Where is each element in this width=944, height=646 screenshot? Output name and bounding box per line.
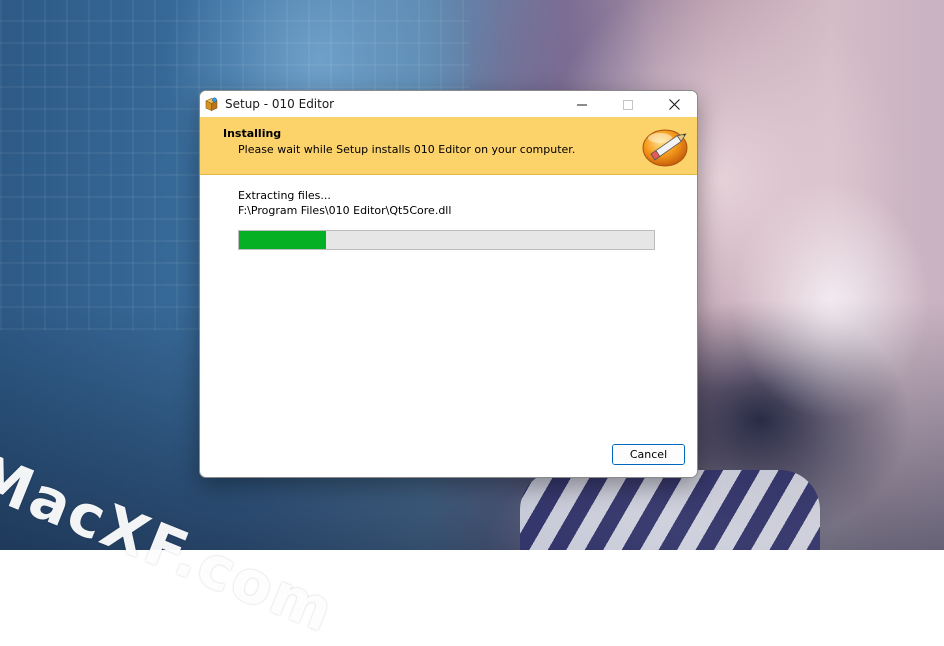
current-file-path: F:\Program Files\010 Editor\Qt5Core.dll <box>238 204 452 217</box>
minimize-icon <box>577 95 587 114</box>
status-text: Extracting files... <box>238 189 331 202</box>
maximize-button[interactable] <box>605 91 651 117</box>
close-icon <box>668 95 680 114</box>
install-progress-bar <box>238 230 655 250</box>
setup-dialog: Setup - 010 Editor Installing Please wai… <box>199 90 698 478</box>
progress-fill <box>239 231 327 249</box>
wizard-header: Installing Please wait while Setup insta… <box>200 117 697 175</box>
installer-box-icon <box>204 97 219 112</box>
cancel-button[interactable]: Cancel <box>612 444 685 465</box>
page-subtitle: Please wait while Setup installs 010 Edi… <box>238 143 576 156</box>
title-bar[interactable]: Setup - 010 Editor <box>200 91 697 117</box>
page-title: Installing <box>223 127 282 140</box>
window-title: Setup - 010 Editor <box>225 97 335 111</box>
maximize-icon <box>623 95 633 114</box>
minimize-button[interactable] <box>559 91 605 117</box>
wallpaper-fabric-stripes <box>520 470 820 550</box>
pencil-edit-icon <box>640 123 692 169</box>
close-button[interactable] <box>651 91 697 117</box>
wizard-content: Extracting files... F:\Program Files\010… <box>200 175 697 477</box>
